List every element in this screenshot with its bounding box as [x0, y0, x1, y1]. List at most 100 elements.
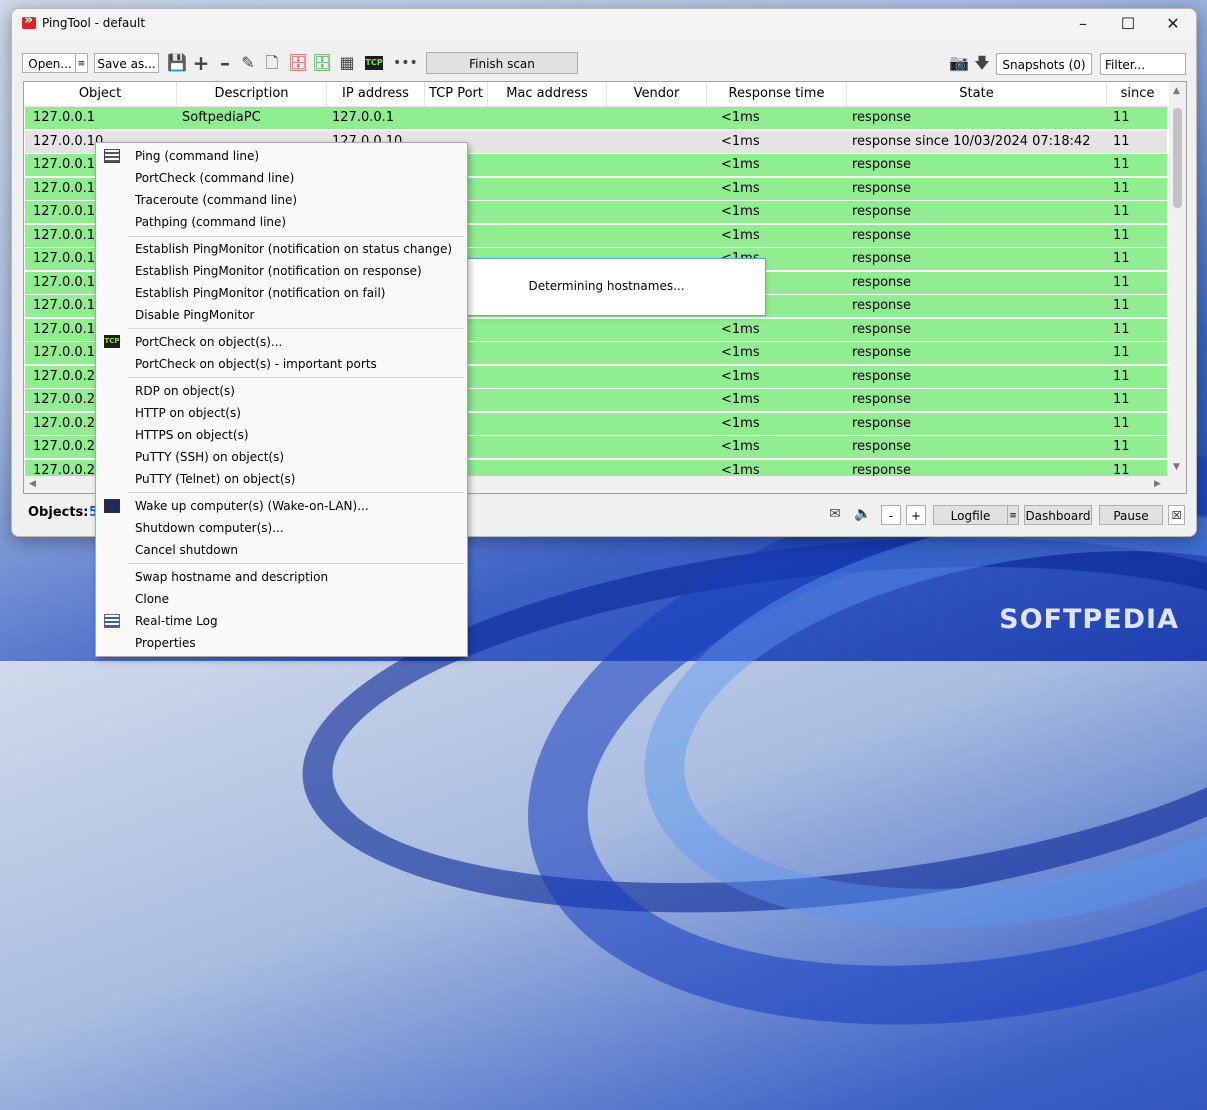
logfile-dropdown-button[interactable]: ≡	[1007, 505, 1019, 525]
logfile-button[interactable]: Logfile	[933, 505, 1008, 525]
menu-item-cancel-shutdown[interactable]: Cancel shutdown	[97, 539, 466, 561]
decrease-button[interactable]: -	[881, 505, 901, 525]
menu-item-portcheck-important[interactable]: PortCheck on object(s) - important ports	[97, 353, 466, 375]
save-as-button[interactable]: Save as...	[94, 53, 159, 73]
vertical-scroll-thumb[interactable]	[1173, 108, 1182, 208]
menu-item-pingmonitor-fail[interactable]: Establish PingMonitor (notification on f…	[97, 282, 466, 304]
column-header-object[interactable]: Object	[24, 82, 177, 106]
new-document-icon[interactable]: 🗋	[263, 54, 281, 72]
edit-pencil-icon[interactable]: ✎	[239, 54, 257, 72]
download-arrow-icon[interactable]: 🡇	[973, 54, 991, 72]
cell-response-time: <1ms	[721, 345, 760, 360]
close-panel-icon[interactable]: ☒	[1168, 505, 1185, 525]
scroll-up-arrow-icon[interactable]: ▲	[1173, 86, 1180, 96]
cell-response-time: <1ms	[721, 204, 760, 219]
menu-item-clone[interactable]: Clone	[97, 588, 466, 610]
hostname-progress-dialog: Determining hostnames...	[447, 258, 766, 316]
menu-item-swap-hostname[interactable]: Swap hostname and description	[97, 566, 466, 588]
close-button[interactable]: ✕	[1150, 12, 1196, 36]
cell-response-time: <1ms	[721, 321, 760, 337]
remove-icon[interactable]: –	[216, 53, 234, 73]
menu-item-pingmonitor-status[interactable]: Establish PingMonitor (notification on s…	[97, 238, 466, 260]
menu-item-http[interactable]: HTTP on object(s)	[97, 402, 466, 424]
cell-object: 127.0.0.20	[33, 392, 104, 407]
table-row[interactable]: 127.0.0.1 SoftpediaPC 127.0.0.1 <1ms respons…	[25, 107, 1167, 129]
tcp-icon[interactable]: TCP	[365, 56, 383, 70]
cell-response-time: <1ms	[721, 110, 760, 125]
menu-item-traceroute[interactable]: Traceroute (command line)	[97, 189, 466, 211]
cell-object: 127.0.0.2	[33, 368, 96, 384]
open-dropdown-button[interactable]: ≡	[75, 53, 88, 73]
minimize-button[interactable]: –	[1060, 12, 1106, 36]
add-icon[interactable]: +	[192, 53, 210, 73]
scroll-left-arrow-icon[interactable]: ◀	[29, 479, 36, 489]
cell-since: 11	[1113, 345, 1130, 360]
app-icon	[22, 12, 36, 29]
cell-state: response	[852, 368, 912, 384]
export-green-icon[interactable]: 🗄	[312, 54, 332, 72]
cell-state: response	[852, 274, 912, 290]
camera-icon[interactable]: 📷	[949, 54, 969, 72]
cell-state: response	[852, 110, 912, 125]
cell-since: 11	[1113, 204, 1130, 219]
cell-object: 127.0.0.14	[33, 227, 104, 243]
pause-button[interactable]: Pause	[1099, 505, 1163, 525]
vertical-scrollbar[interactable]: ▲ ▼	[1169, 82, 1186, 476]
menu-item-rdp[interactable]: RDP on object(s)	[97, 380, 466, 402]
save-icon[interactable]: 💾	[167, 54, 187, 72]
snapshots-button[interactable]: Snapshots (0)	[996, 53, 1092, 75]
export-red-icon[interactable]: 🗄	[288, 54, 308, 72]
mail-disabled-icon[interactable]: ✉	[826, 505, 844, 523]
menu-item-portcheck-objects[interactable]: TCP PortCheck on object(s)...	[97, 331, 466, 353]
menu-separator	[128, 377, 464, 378]
menu-item-wake-on-lan[interactable]: Wake up computer(s) (Wake-on-LAN)...	[97, 495, 466, 517]
menu-item-realtime-log[interactable]: Real-time Log	[97, 610, 466, 632]
cell-since: 11	[1113, 157, 1130, 172]
menu-item-putty-telnet[interactable]: PuTTY (Telnet) on object(s)	[97, 468, 466, 490]
cell-state: response since 10/03/2024 07:18:42	[852, 133, 1091, 149]
menu-item-putty-ssh[interactable]: PuTTY (SSH) on object(s)	[97, 446, 466, 468]
column-header-mac-address[interactable]: Mac address	[488, 82, 607, 106]
column-header-response-time[interactable]: Response time	[707, 82, 847, 106]
increase-button[interactable]: +	[906, 505, 926, 525]
column-header-ip-address[interactable]: IP address	[327, 82, 425, 106]
finish-scan-button[interactable]: Finish scan	[426, 52, 578, 74]
menu-item-shutdown[interactable]: Shutdown computer(s)...	[97, 517, 466, 539]
menu-item-properties[interactable]: Properties	[97, 632, 466, 654]
cell-response-time: <1ms	[721, 439, 760, 454]
calculator-icon[interactable]: ▦	[338, 54, 356, 72]
scroll-down-arrow-icon[interactable]: ▼	[1173, 462, 1180, 472]
menu-item-ping[interactable]: Ping (command line)	[97, 145, 466, 167]
menu-item-disable-pingmonitor[interactable]: Disable PingMonitor	[97, 304, 466, 326]
menu-item-https[interactable]: HTTPS on object(s)	[97, 424, 466, 446]
cell-description: SoftpediaPC	[182, 110, 261, 125]
menu-item-pathping[interactable]: Pathping (command line)	[97, 211, 466, 233]
column-header-description[interactable]: Description	[177, 82, 327, 106]
cell-since: 11	[1113, 321, 1130, 337]
context-menu: Ping (command line) PortCheck (command l…	[95, 142, 468, 657]
column-header-vendor[interactable]: Vendor	[607, 82, 707, 106]
cell-since: 11	[1113, 133, 1130, 149]
more-icon[interactable]: •••	[393, 54, 418, 72]
filter-input[interactable]: Filter...	[1100, 53, 1186, 75]
maximize-button[interactable]: ☐	[1105, 12, 1151, 36]
menu-item-portcheck-cmd[interactable]: PortCheck (command line)	[97, 167, 466, 189]
open-button[interactable]: Open...	[22, 53, 78, 73]
cell-object: 127.0.0.12	[33, 180, 104, 196]
cell-state: response	[852, 180, 912, 196]
cell-response-time: <1ms	[721, 227, 760, 243]
cell-state: response	[852, 251, 912, 266]
scroll-right-arrow-icon[interactable]: ▶	[1154, 479, 1161, 489]
menu-item-pingmonitor-response[interactable]: Establish PingMonitor (notification on r…	[97, 260, 466, 282]
dashboard-button[interactable]: Dashboard	[1024, 505, 1092, 525]
cell-object: 127.0.0.10	[33, 133, 104, 149]
column-header-tcp-port[interactable]: TCP Port	[425, 82, 488, 106]
cell-ip: 127.0.0.1	[332, 110, 395, 125]
column-header-state[interactable]: State	[847, 82, 1107, 106]
cell-object: 127.0.0.22	[33, 439, 104, 454]
cell-response-time: <1ms	[721, 133, 760, 149]
table-header: Object Description IP address TCP Port M…	[24, 82, 1168, 107]
cell-response-time: <1ms	[721, 415, 760, 431]
sound-disabled-icon[interactable]: 🔈	[854, 505, 872, 523]
column-header-since[interactable]: since	[1107, 82, 1168, 106]
